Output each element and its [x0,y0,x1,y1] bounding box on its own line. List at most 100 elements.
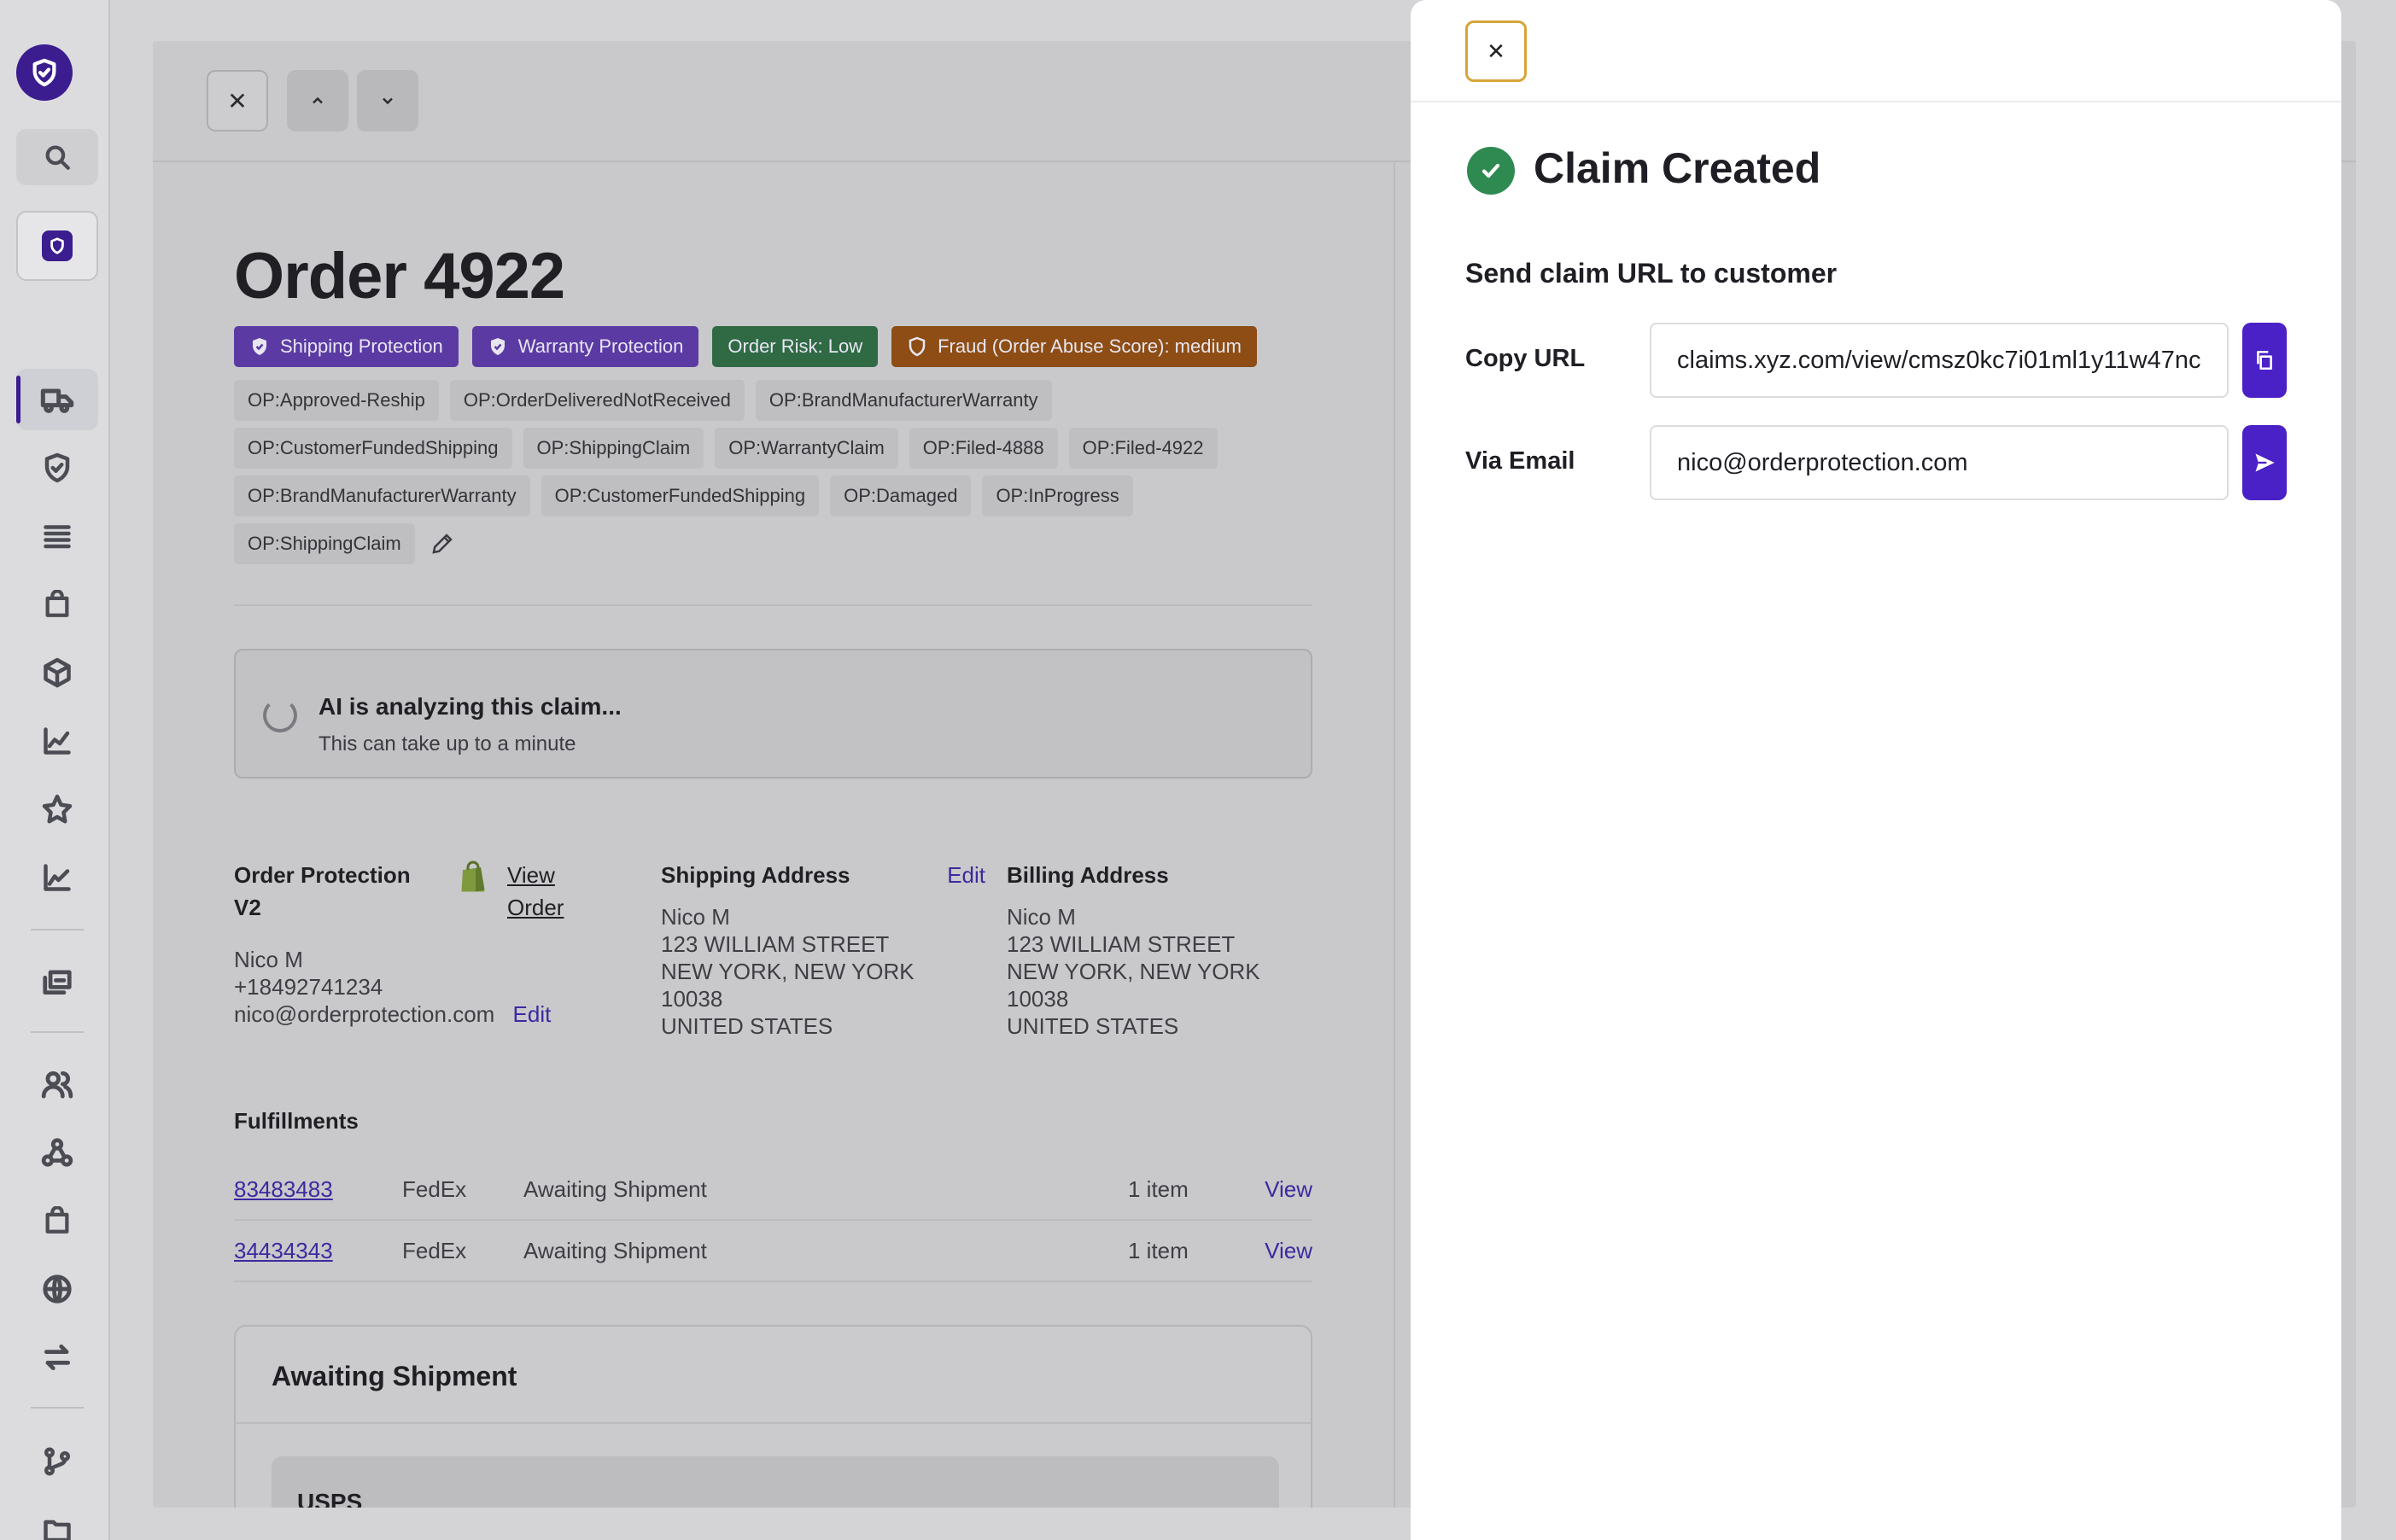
edit-customer-link[interactable]: Edit [513,1001,552,1027]
search-icon[interactable] [16,129,98,185]
stack-icon[interactable] [16,951,98,1012]
fulfillment-row: 83483483 FedEx Awaiting Shipment 1 item … [234,1159,1312,1221]
edit-shipping-link[interactable]: Edit [947,859,985,891]
bag-icon[interactable] [16,574,98,635]
customer-phone: +18492741234 [234,974,383,1000]
ai-analysis-subtitle: This can take up to a minute [318,732,576,755]
order-tag: OP:InProgress [982,475,1133,516]
order-tag: OP:CustomerFundedShipping [234,428,512,469]
view-fulfillment-link[interactable]: View [1265,1238,1312,1264]
shield-outline-icon [909,336,926,357]
close-order-button[interactable]: ✕ [207,70,268,131]
logo-shield-icon[interactable] [16,44,73,101]
globe-icon[interactable] [16,1258,98,1320]
edit-tags-pencil-icon[interactable] [430,531,455,557]
tracking-link[interactable]: 83483483 [234,1176,333,1203]
folder-icon[interactable] [16,1499,98,1540]
address-line: NEW YORK, NEW YORK [661,959,915,984]
carrier-name: USPS [297,1489,363,1508]
chart-icon[interactable] [16,710,98,772]
view-fulfillment-link[interactable]: View [1265,1176,1312,1203]
copy-url-button[interactable] [2242,323,2287,398]
carrier: FedEx [402,1176,467,1202]
address-line: NEW YORK, NEW YORK [1007,959,1260,984]
branch-icon[interactable] [16,1431,98,1492]
order-tag: OP:Damaged [830,475,972,516]
customer-info: Nico M +18492741234 nico@orderprotection… [234,946,551,1028]
via-email-label: Via Email [1465,447,1575,475]
email-input[interactable] [1650,425,2229,500]
order-tag: OP:Filed-4888 [909,428,1058,469]
previous-order-button[interactable] [287,70,348,131]
loading-spinner-icon [263,698,297,732]
store-name: Order Protection V2 [234,862,411,920]
webhook-icon[interactable] [16,1122,98,1183]
fraud-score-badge: Fraud (Order Abuse Score): medium [891,326,1257,367]
order-tag: OP:ShippingClaim [234,523,415,564]
panel-title: Claim Created [1534,144,1821,192]
app-switcher-button[interactable] [16,211,98,281]
shield-icon[interactable] [16,437,98,499]
app-shield-icon [42,230,73,261]
rail-divider [31,1407,84,1409]
item-count: 1 item [1128,1176,1189,1202]
shipment-card: Awaiting Shipment USPS [234,1325,1312,1508]
send-icon [2255,453,2275,472]
shipping-address: Shipping Address Edit Nico M 123 WILLIAM… [661,859,985,1040]
tracking-link[interactable]: 34434343 [234,1238,333,1264]
protection-badges: Shipping Protection Warranty Protection … [234,326,1257,367]
star-icon[interactable] [16,779,98,840]
chevron-down-icon [383,97,393,105]
fulfillment-row: 34434343 FedEx Awaiting Shipment 1 item … [234,1221,1312,1282]
bag-icon[interactable] [16,1190,98,1251]
shipping-protection-badge: Shipping Protection [234,326,459,367]
next-order-button[interactable] [357,70,418,131]
users-icon[interactable] [16,1053,98,1115]
address-line: Nico M [1007,904,1076,930]
order-tag: OP:OrderDeliveredNotReceived [449,380,745,421]
order-tag: OP:BrandManufacturerWarranty [755,380,1052,421]
fulfillment-status: Awaiting Shipment [523,1176,707,1202]
shipment-card-title: Awaiting Shipment [272,1361,517,1391]
list-icon[interactable] [16,505,98,567]
fulfillment-status: Awaiting Shipment [523,1238,707,1263]
order-tag: OP:ShippingClaim [523,428,704,469]
close-icon: ✕ [227,87,248,114]
customer-email: nico@orderprotection.com [234,1001,495,1027]
chevron-up-icon [313,96,323,104]
item-count: 1 item [1128,1238,1189,1263]
shipping-address-heading: Shipping Address [661,862,850,888]
chart-icon[interactable] [16,847,98,908]
panel-header: ✕ [1411,0,2341,102]
carrier: FedEx [402,1238,467,1263]
order-tag: OP:Approved-Reship [234,380,439,421]
address-line: UNITED STATES [661,1013,833,1039]
page-title: Order 4922 [234,240,565,312]
shield-check-icon [253,338,266,355]
copy-icon [2257,350,2272,370]
check-circle-icon [1467,147,1515,195]
order-tags: OP:Approved-Reship OP:OrderDeliveredNotR… [234,380,1312,571]
card-divider [236,1422,1311,1424]
ai-analysis-title: AI is analyzing this claim... [318,693,622,720]
send-email-button[interactable] [2242,425,2287,500]
close-icon: ✕ [1487,38,1505,64]
claim-url-input[interactable] [1650,323,2229,398]
order-risk-badge: Order Risk: Low [712,326,879,367]
address-line: 10038 [661,986,723,1012]
address-line: 10038 [1007,986,1069,1012]
address-line: Nico M [661,904,730,930]
rail-divider [31,929,84,930]
billing-address: Billing Address Nico M 123 WILLIAM STREE… [1007,859,1289,1040]
address-line: UNITED STATES [1007,1013,1179,1039]
box-icon[interactable] [16,642,98,703]
claim-created-panel: ✕ Claim Created Send claim URL to custom… [1411,0,2341,1540]
arrows-icon[interactable] [16,1327,98,1388]
close-panel-button[interactable]: ✕ [1465,20,1527,82]
truck-icon[interactable] [16,369,98,430]
order-tag: OP:Filed-4922 [1068,428,1218,469]
warranty-protection-badge: Warranty Protection [471,326,699,367]
address-line: 123 WILLIAM STREET [661,931,890,957]
view-order-link[interactable]: View Order [507,859,564,924]
billing-address-heading: Billing Address [1007,862,1169,888]
